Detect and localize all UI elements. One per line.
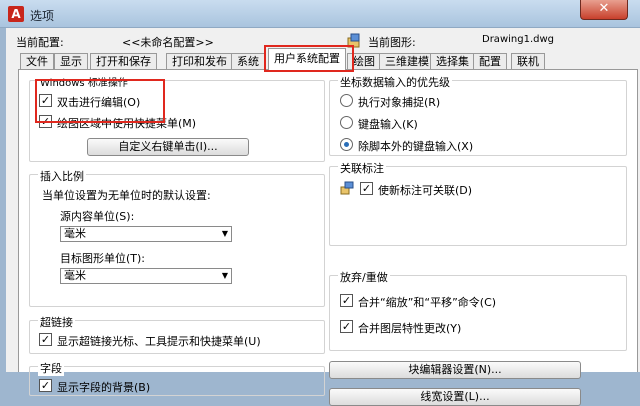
shortcut-menu-checkbox[interactable]: ✓: [39, 115, 52, 128]
tab-display[interactable]: 显示: [54, 53, 88, 70]
radio-keyboard-except-scripts-label: 除脚本外的键盘输入(X): [358, 140, 474, 153]
radio-keyboard-entry[interactable]: [340, 116, 353, 129]
windows-standard-group: Windows 标准操作 ✓ 双击进行编辑(O) ✓ 绘图区域中使用快捷菜单(M…: [29, 74, 325, 162]
tab-drafting[interactable]: 绘图: [347, 53, 381, 70]
customize-right-click-button[interactable]: 自定义右键单击(I)...: [87, 138, 249, 156]
tab-selection[interactable]: 选择集: [430, 53, 475, 70]
drawing-file-icon: [347, 33, 360, 48]
current-drawing-label: 当前图形:: [368, 36, 416, 49]
radio-keyboard-entry-label: 键盘输入(K): [358, 118, 418, 131]
radio-object-snap[interactable]: [340, 94, 353, 107]
radio-keyboard-except-scripts[interactable]: [340, 138, 353, 151]
options-dialog: A 选项 ✕ 当前配置: <<未命名配置>> 当前图形: Drawing1.dw…: [0, 0, 640, 406]
insertion-scale-title: 插入比例: [38, 168, 86, 184]
current-profile-value: <<未命名配置>>: [122, 36, 214, 49]
tab-user-preferences[interactable]: 用户系统配置: [268, 48, 346, 71]
dropdown-arrow-icon: ▼: [221, 229, 228, 238]
combine-layer-checkbox[interactable]: ✓: [340, 320, 353, 333]
fields-title: 字段: [38, 360, 64, 376]
shortcut-menu-label: 绘图区域中使用快捷菜单(M): [57, 117, 197, 130]
insertion-scale-group: 插入比例 当单位设置为无单位时的默认设置: 源内容单位(S): 毫米 ▼ 目标图…: [29, 168, 325, 307]
coordinate-priority-title: 坐标数据输入的优先级: [338, 74, 452, 90]
unitless-default-label: 当单位设置为无单位时的默认设置:: [42, 189, 211, 202]
source-units-label: 源内容单位(S):: [60, 210, 135, 223]
tab-profiles[interactable]: 配置: [473, 53, 507, 70]
tab-files[interactable]: 文件: [20, 53, 54, 70]
title-bar[interactable]: A 选项 ✕: [0, 0, 640, 28]
undo-redo-title: 放弃/重做: [338, 269, 390, 285]
associative-dimension-title: 关联标注: [338, 160, 386, 176]
field-background-checkbox[interactable]: ✓: [39, 379, 52, 392]
windows-standard-title: Windows 标准操作: [38, 74, 130, 89]
target-units-value: 毫米: [64, 269, 86, 282]
associative-dimension-icon: [340, 181, 354, 195]
combine-zoom-pan-label: 合并“缩放”和“平移”命令(C): [358, 296, 497, 309]
source-units-select[interactable]: 毫米 ▼: [60, 226, 232, 242]
dialog-body: 当前配置: <<未命名配置>> 当前图形: Drawing1.dwg 文件 显示…: [6, 28, 640, 406]
close-button[interactable]: ✕: [580, 0, 628, 20]
hyperlink-checkbox[interactable]: ✓: [39, 333, 52, 346]
fields-group: 字段 ✓ 显示字段的背景(B): [29, 360, 325, 396]
dialog-title: 选项: [30, 9, 55, 23]
block-editor-settings-button[interactable]: 块编辑器设置(N)...: [329, 361, 581, 379]
current-profile-label: 当前配置:: [16, 36, 64, 49]
tab-system[interactable]: 系统: [231, 53, 265, 70]
target-units-label: 目标图形单位(T):: [60, 252, 146, 265]
hyperlink-group: 超链接 ✓ 显示超链接光标、工具提示和快捷菜单(U): [29, 314, 325, 354]
tab-open-save[interactable]: 打开和保存: [90, 53, 157, 70]
field-background-label: 显示字段的背景(B): [57, 381, 151, 394]
tab-online[interactable]: 联机: [511, 53, 545, 70]
coordinate-priority-group: 坐标数据输入的优先级 执行对象捕捉(R) 键盘输入(K) 除脚本外的键盘输入(X…: [329, 74, 627, 156]
dropdown-arrow-icon: ▼: [221, 271, 228, 280]
target-units-select[interactable]: 毫米 ▼: [60, 268, 232, 284]
associative-dimension-group: 关联标注 ✓ 使新标注可关联(D): [329, 160, 627, 246]
double-click-edit-checkbox[interactable]: ✓: [39, 94, 52, 107]
radio-object-snap-label: 执行对象捕捉(R): [358, 96, 441, 109]
double-click-edit-label: 双击进行编辑(O): [57, 96, 141, 109]
lineweight-settings-button[interactable]: 线宽设置(L)...: [329, 388, 581, 406]
tab-plot-publish[interactable]: 打印和发布: [166, 53, 233, 70]
associative-dimension-label: 使新标注可关联(D): [378, 184, 473, 197]
current-drawing-value: Drawing1.dwg: [482, 34, 554, 45]
user-preferences-panel: Windows 标准操作 ✓ 双击进行编辑(O) ✓ 绘图区域中使用快捷菜单(M…: [18, 69, 638, 406]
hyperlink-title: 超链接: [38, 314, 75, 330]
hyperlink-label: 显示超链接光标、工具提示和快捷菜单(U): [57, 335, 261, 348]
undo-redo-group: 放弃/重做 ✓ 合并“缩放”和“平移”命令(C) ✓ 合并图层特性更改(Y): [329, 269, 627, 351]
combine-layer-label: 合并图层特性更改(Y): [358, 322, 462, 335]
source-units-value: 毫米: [64, 227, 86, 240]
associative-dimension-checkbox[interactable]: ✓: [360, 182, 373, 195]
combine-zoom-pan-checkbox[interactable]: ✓: [340, 294, 353, 307]
autocad-app-icon: A: [8, 6, 24, 22]
tab-3d-modeling[interactable]: 三维建模: [379, 53, 435, 70]
